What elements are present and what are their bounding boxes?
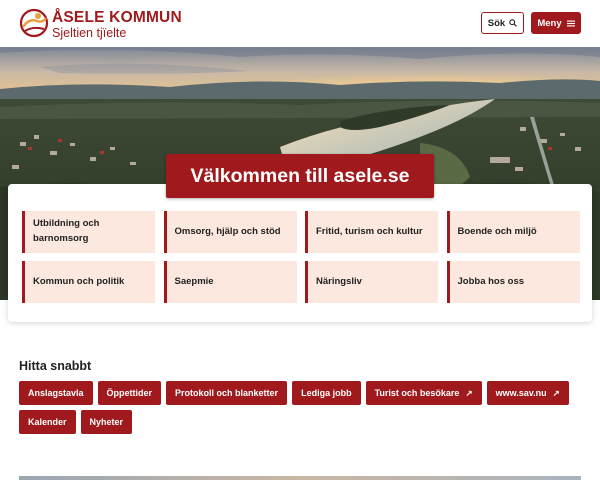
quick-link-label: Öppettider (106, 388, 153, 398)
quick-link-kalender[interactable]: Kalender (19, 410, 76, 434)
brand-subtitle: Sjeltien tjïelte (52, 26, 127, 40)
quick-links-title: Hitta snabbt (19, 359, 92, 373)
hamburger-icon (566, 20, 575, 26)
quick-link-label: Lediga jobb (301, 388, 352, 398)
quick-links: Anslagstavla Öppettider Protokoll och bl… (19, 381, 589, 434)
search-button-label: Sök (487, 17, 506, 29)
category-omsorg[interactable]: Omsorg, hjälp och stöd (163, 211, 297, 253)
bottom-image-strip (19, 476, 581, 480)
quick-link-turist[interactable]: Turist och besökare ↗ (365, 381, 482, 405)
external-link-icon: ↗ (552, 387, 560, 398)
site-header: ÅSELE KOMMUN Sjeltien tjïelte Sök Meny (0, 0, 600, 47)
menu-button[interactable]: Meny (531, 12, 581, 34)
category-utbildning[interactable]: Utbildning och barnomsorg (22, 211, 155, 253)
category-saepmie[interactable]: Saepmie (163, 261, 297, 303)
quick-link-protokoll[interactable]: Protokoll och blanketter (166, 381, 288, 405)
category-card: Utbildning och barnomsorg Omsorg, hjälp … (8, 184, 592, 322)
search-icon (509, 19, 518, 27)
external-link-icon: ↗ (465, 387, 473, 398)
category-fritid[interactable]: Fritid, turism och kultur (305, 211, 438, 253)
quick-link-label: Nyheter (89, 417, 124, 427)
quick-link-oppettider[interactable]: Öppettider (97, 381, 162, 405)
quick-link-nyheter[interactable]: Nyheter (80, 410, 133, 434)
quick-link-label: Anslagstavla (28, 388, 84, 398)
quick-link-label: Protokoll och blanketter (175, 388, 279, 398)
quick-link-anslagstavla[interactable]: Anslagstavla (19, 381, 93, 405)
welcome-banner: Välkommen till asele.se (166, 154, 434, 198)
menu-button-label: Meny (537, 17, 562, 29)
category-naringsliv[interactable]: Näringsliv (305, 261, 438, 303)
quick-link-label: Turist och besökare (374, 388, 460, 398)
quick-link-lediga-jobb[interactable]: Lediga jobb (292, 381, 361, 405)
category-kommun[interactable]: Kommun och politik (22, 261, 155, 303)
search-button[interactable]: Sök (481, 12, 524, 34)
brand-name[interactable]: ÅSELE KOMMUN (52, 9, 182, 27)
category-grid: Utbildning och barnomsorg Omsorg, hjälp … (22, 211, 580, 303)
category-boende[interactable]: Boende och miljö (446, 211, 580, 253)
asele-logo-icon[interactable] (19, 7, 49, 39)
category-jobba[interactable]: Jobba hos oss (446, 261, 580, 303)
quick-link-sav[interactable]: www.sav.nu ↗ (486, 381, 569, 405)
quick-link-label: Kalender (28, 417, 67, 427)
quick-link-label: www.sav.nu (495, 388, 547, 398)
